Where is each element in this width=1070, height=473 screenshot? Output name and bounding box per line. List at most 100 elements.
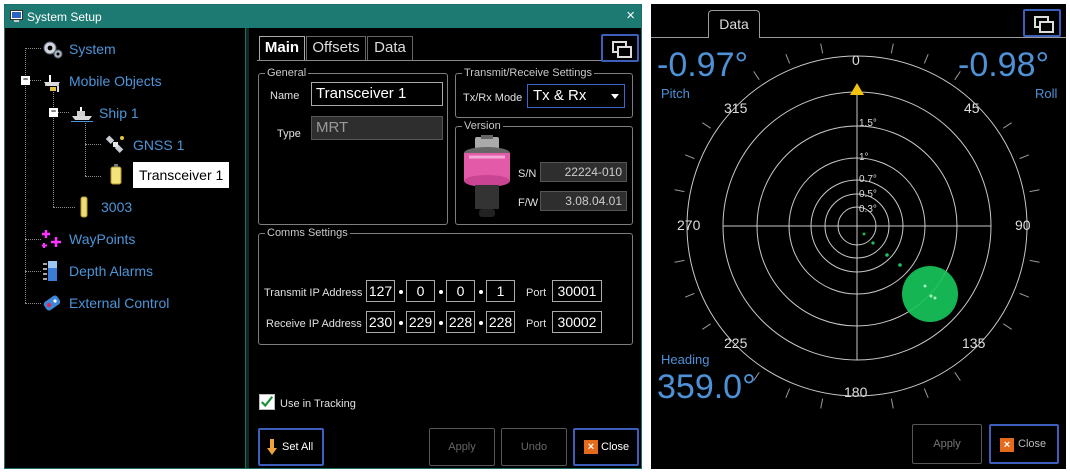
heading-pointer-icon bbox=[850, 83, 864, 95]
compass-tick bbox=[1029, 189, 1040, 193]
txrx-mode-select[interactable]: Tx & Rx bbox=[527, 84, 625, 108]
tree-item-label: External Control bbox=[69, 295, 170, 311]
tree-item-ship-1[interactable]: Ship 1 bbox=[71, 101, 139, 125]
expand-view-button[interactable] bbox=[1023, 9, 1061, 37]
apply-button[interactable]: Apply bbox=[429, 428, 495, 466]
compass-tick bbox=[785, 53, 791, 64]
tree-item-system[interactable]: System bbox=[41, 37, 116, 61]
transmit-ip-octet-2[interactable]: 0 bbox=[406, 280, 435, 302]
sn-field: 22224-010 bbox=[540, 162, 627, 182]
title-bar: System Setup × bbox=[5, 5, 641, 28]
tab-data-view[interactable]: Data bbox=[708, 10, 760, 38]
fw-field: 3.08.04.01 bbox=[540, 191, 627, 211]
receive-ip-octet-2[interactable]: 229 bbox=[406, 311, 435, 333]
version-group: Version S/N 22224-010 F/W 3.08.04.01 bbox=[455, 120, 633, 225]
close-icon: × bbox=[584, 440, 598, 454]
compass-tick bbox=[684, 292, 695, 298]
tree-item-external-control[interactable]: External Control bbox=[41, 291, 169, 315]
txrx-group: Transmit/Receive Settings Tx/Rx Mode Tx … bbox=[455, 67, 633, 118]
compass-tick bbox=[923, 53, 929, 64]
tree-item-3003[interactable]: 3003 bbox=[73, 195, 132, 219]
position-cloud bbox=[902, 266, 958, 322]
system-setup-window: System Setup × − − System Mobile Objects… bbox=[4, 4, 642, 469]
compass-label-90: 90 bbox=[1015, 217, 1031, 233]
compass-tick bbox=[820, 43, 824, 54]
tab-main[interactable]: Main bbox=[259, 36, 305, 60]
collapse-ship[interactable]: − bbox=[49, 107, 58, 117]
roll-label: Roll bbox=[1035, 86, 1058, 101]
compass-tick bbox=[1003, 323, 1012, 330]
tab-offsets[interactable]: Offsets bbox=[306, 36, 366, 60]
compass-tick bbox=[785, 388, 791, 399]
tree-item-transceiver-1[interactable]: Transceiver 1 bbox=[105, 162, 230, 188]
receive-ip-octet-4[interactable]: 228 bbox=[486, 311, 515, 333]
compass-label-45: 45 bbox=[964, 100, 980, 116]
close-label: Close bbox=[601, 441, 630, 453]
group-title: General bbox=[265, 67, 309, 79]
tree-item-gnss-1[interactable]: GNSS 1 bbox=[105, 133, 184, 157]
pitch-value: -0.97° bbox=[657, 46, 749, 84]
ship-icon bbox=[71, 107, 93, 122]
type-label: Type bbox=[277, 128, 301, 140]
close-button[interactable]: × Close bbox=[989, 424, 1059, 464]
apply-button[interactable]: Apply bbox=[912, 424, 982, 464]
name-field[interactable]: Transceiver 1 bbox=[311, 82, 443, 106]
ring-label-0-5: 0.5° bbox=[859, 189, 877, 200]
compass-label-0: 0 bbox=[852, 52, 860, 68]
close-icon[interactable]: × bbox=[626, 7, 635, 24]
transmit-ip-octet-4[interactable]: 1 bbox=[486, 280, 515, 302]
check-icon bbox=[260, 396, 274, 408]
compass-label-270: 270 bbox=[677, 217, 701, 233]
ring-label-1: 1° bbox=[859, 152, 869, 163]
ring-label-1-5: 1.5° bbox=[859, 118, 877, 129]
tree-item-mobile-objects[interactable]: Mobile Objects bbox=[41, 69, 162, 93]
group-title: Comms Settings bbox=[265, 227, 350, 239]
tab-data[interactable]: Data bbox=[367, 36, 413, 60]
arrow-down-icon bbox=[267, 439, 277, 455]
compass-tick bbox=[1019, 292, 1030, 298]
receive-ip-label: Receive IP Address bbox=[266, 318, 362, 330]
mobile-objects-icon bbox=[44, 75, 60, 92]
pitch-label: Pitch bbox=[661, 86, 690, 101]
heading-label: Heading bbox=[661, 352, 710, 367]
satellite-icon bbox=[105, 135, 124, 153]
compass-label-315: 315 bbox=[724, 100, 748, 116]
transmit-port-field[interactable]: 30001 bbox=[552, 280, 602, 302]
collapse-mobile-objects[interactable]: − bbox=[21, 75, 30, 85]
general-group: General Name Transceiver 1 Type MRT bbox=[258, 67, 448, 225]
sn-label: S/N bbox=[518, 168, 537, 180]
compass-tick bbox=[684, 154, 695, 160]
expand-view-button[interactable] bbox=[601, 34, 639, 62]
object-tree[interactable]: − − System Mobile Objects Ship 1 GNSS 1 … bbox=[5, 28, 245, 468]
compass-tick bbox=[702, 122, 711, 129]
receive-ip-octet-1[interactable]: 230 bbox=[366, 311, 395, 333]
app-icon bbox=[10, 10, 23, 22]
roll-value: -0.98° bbox=[958, 46, 1050, 84]
receive-port-label: Port bbox=[526, 318, 547, 330]
transponder-icon bbox=[80, 196, 88, 218]
type-field: MRT bbox=[311, 116, 443, 140]
tree-item-label-selected: Transceiver 1 bbox=[133, 162, 230, 188]
transmit-ip-octet-1[interactable]: 127 bbox=[366, 280, 395, 302]
transmit-ip-octet-3[interactable]: 0 bbox=[446, 280, 475, 302]
set-all-button[interactable]: Set All bbox=[258, 428, 324, 466]
name-label: Name bbox=[270, 90, 300, 102]
compass-tick bbox=[702, 323, 711, 330]
compass-label-225: 225 bbox=[724, 335, 748, 351]
ring-label-0-7: 0.7° bbox=[859, 174, 877, 185]
use-in-tracking-checkbox[interactable] bbox=[259, 394, 275, 410]
close-label: Close bbox=[1018, 438, 1047, 450]
receive-ip-octet-3[interactable]: 228 bbox=[446, 311, 475, 333]
compass-tick bbox=[674, 189, 685, 193]
ring-label-0-3: 0.3° bbox=[859, 204, 877, 215]
receive-port-field[interactable]: 30002 bbox=[552, 311, 602, 333]
fw-label: F/W bbox=[518, 197, 539, 209]
close-button[interactable]: × Close bbox=[573, 428, 639, 466]
undo-button[interactable]: Undo bbox=[501, 428, 567, 466]
tree-item-waypoints[interactable]: WayPoints bbox=[41, 227, 135, 251]
depth-alarm-icon bbox=[43, 261, 57, 281]
data-view-window: Data 0 45 90 135 180 225 270 315 1.5° 1°… bbox=[651, 4, 1066, 469]
chevron-down-icon bbox=[611, 94, 619, 99]
set-all-label: Set All bbox=[282, 441, 314, 453]
tree-item-depth-alarms[interactable]: Depth Alarms bbox=[41, 259, 153, 283]
